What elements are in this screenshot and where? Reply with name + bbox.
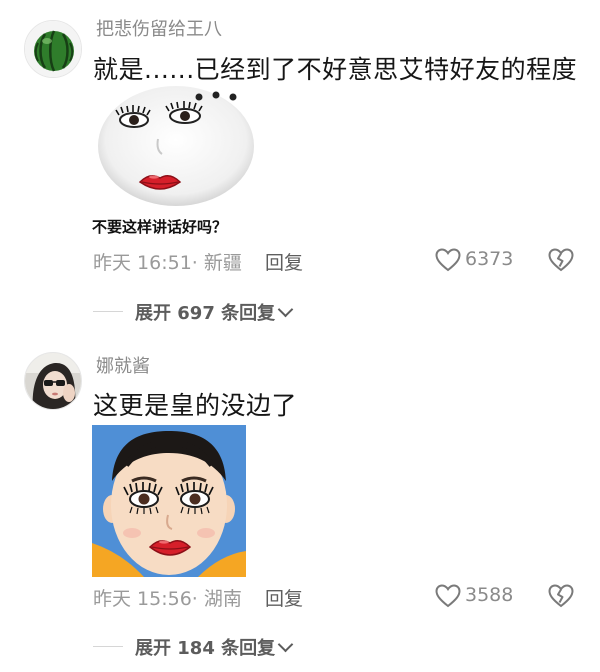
- comment-text: 就是......已经到了不好意思艾特好友的程度: [93, 55, 578, 84]
- cartoon-face-illustration: [92, 425, 246, 577]
- comment-meta: 昨天 16:51· 新疆 回复 6373: [93, 246, 588, 274]
- sticker-caption: 不要这样讲话好吗？: [92, 218, 228, 236]
- expand-replies-label: 展开 697 条回复: [135, 299, 294, 325]
- broken-heart-icon[interactable]: [548, 583, 574, 609]
- heart-icon: [435, 584, 461, 608]
- broken-heart-icon[interactable]: [548, 247, 574, 273]
- like-count: 3588: [465, 584, 514, 606]
- like-count: 6373: [465, 248, 514, 270]
- sticker-image[interactable]: [92, 425, 246, 577]
- comment-time-location: 昨天 16:51· 新疆: [93, 252, 242, 274]
- expand-replies-label: 展开 184 条回复: [135, 634, 294, 660]
- heart-icon: [435, 248, 461, 272]
- meme-face-illustration: [98, 86, 254, 206]
- avatar-user-photo[interactable]: [24, 352, 82, 410]
- username[interactable]: 娜就酱: [96, 352, 150, 378]
- watermelon-icon: [25, 21, 81, 77]
- chevron-down-icon: [277, 636, 294, 653]
- reply-button[interactable]: 回复: [265, 248, 303, 275]
- comment-meta: 昨天 15:56· 湖南 回复 3588: [93, 582, 588, 610]
- avatar-watermelon[interactable]: [24, 20, 82, 78]
- comment-text: 这更是皇的没边了: [93, 391, 298, 420]
- username[interactable]: 把悲伤留给王八: [96, 15, 222, 41]
- chevron-down-icon: [277, 301, 294, 318]
- reply-button[interactable]: 回复: [265, 584, 303, 611]
- sticker-image[interactable]: 不要这样讲话好吗？: [92, 84, 260, 240]
- divider-line: [93, 311, 123, 312]
- divider-line: [93, 646, 123, 647]
- user-photo-icon: [25, 353, 81, 409]
- comment-time-location: 昨天 15:56· 湖南: [93, 588, 242, 610]
